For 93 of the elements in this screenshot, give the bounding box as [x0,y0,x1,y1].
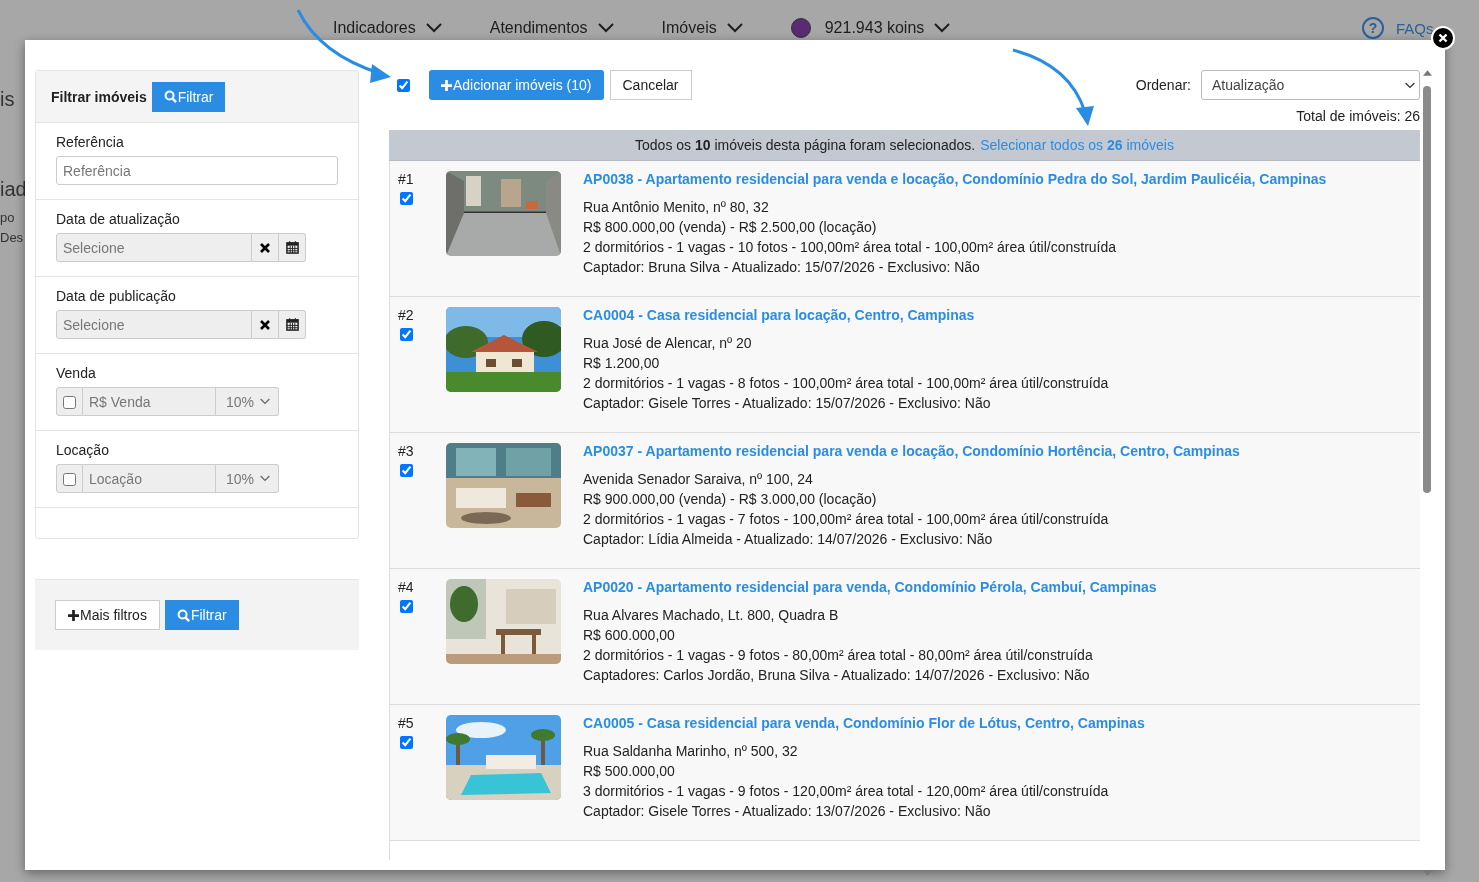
filter-button[interactable]: Filtrar [164,600,239,630]
listing-index: #1 [398,171,415,187]
select-all-link[interactable]: Selecionar todos os 26 imóveis [980,137,1174,153]
field-label: Data de publicação [56,288,177,304]
chevron-icon [260,475,270,482]
select-all-checkbox[interactable] [397,78,410,92]
coin-icon [790,18,811,38]
clear-icon [260,242,270,253]
background-text: po [0,210,15,225]
chevron-icon [425,23,442,33]
total-count: Total de imóveis: 26 [1296,108,1420,124]
search-icon [163,90,177,103]
calendar-button[interactable] [279,233,306,262]
sort-label: Ordenar: [1135,77,1191,93]
close-icon [1438,33,1448,43]
nav-menu[interactable]: Indicadores [333,19,442,37]
background-text: iad [0,178,27,201]
listing-meta: Captador: Gisele Torres - Atualizado: 15/07/2026 - Exclusivo: Não [583,394,992,413]
filter-button[interactable]: Filtrar [151,81,226,112]
price-checkbox[interactable] [63,396,76,409]
listing-title[interactable]: AP0038 - Apartamento residencial para venda e locação, Condomínio Pedra do Sol, Jardim Paulicéia, Campinas [583,171,1327,187]
price-checkbox[interactable] [63,473,76,486]
chevron-icon [260,398,270,405]
listing-details: 2 dormitórios - 1 vagas - 10 fotos - 100,00m² área total - 100,00m² área útil/construída [583,238,1118,257]
listing-index: #5 [398,715,415,731]
chevron-icon [934,23,951,33]
nav-menu[interactable]: Atendimentos [489,19,614,37]
listing-title[interactable]: AP0020 - Apartamento residencial para venda, Condomínio Pérola, Cambuí, Campinas [583,579,1157,595]
listing-details: 2 dormitórios - 1 vagas - 8 fotos - 100,00m² área total - 100,00m² área útil/construída [583,374,1109,393]
listing-details: 2 dormitórios - 1 vagas - 7 fotos - 100,00m² área total - 100,00m² área útil/construída [583,510,1110,529]
listing-price: R$ 900.000,00 (venda) - R$ 3.000,00 (locação) [583,490,878,509]
listing-index: #4 [398,579,415,595]
listing-checkbox[interactable] [400,736,413,749]
listing-address: Rua Saldanha Marinho, nº 500, 32 [583,742,799,761]
listing-checkbox[interactable] [400,464,413,477]
margin-dropdown[interactable]: 10% [216,387,279,416]
chevron-icon [726,23,743,33]
cancel-button[interactable]: Cancelar [609,70,692,100]
field-label: Locação [56,442,110,458]
sort-dropdown[interactable]: Atualização [1201,70,1420,100]
more-filters-button[interactable]: Mais filtros [55,600,160,630]
listing-meta: Captador: Gisele Torres - Atualizado: 13/07/2026 - Exclusivo: Não [583,802,992,821]
listing-meta: Captadores: Carlos Jordão, Bruna Silva - Atualizado: 14/07/2026 - Exclusivo: Não [583,666,1091,685]
price-field[interactable]: Locação [83,464,216,493]
listing-details: 3 dormitórios - 1 vagas - 9 fotos - 120,00m² área total - 120,00m² área útil/construída [583,782,1110,801]
panel-title: Filtrar imóveis [51,88,147,105]
listing-details: 2 dormitórios - 1 vagas - 9 fotos - 80,00m² área total - 80,00m² área útil/construída [583,646,1094,665]
date-field[interactable]: Selecione [56,310,252,339]
plus-icon [441,79,452,91]
listing-checkbox[interactable] [400,192,413,205]
banner-message: Todos os 10 imóveis desta página foram selecionados. [635,137,976,153]
field-label: Referência [56,134,125,150]
listing-title[interactable]: AP0037 - Apartamento residencial para venda e locação, Condomínio Hortência, Centro, Campinas [583,443,1240,459]
scroll-up-icon[interactable] [1422,70,1432,76]
listing-title[interactable]: CA0004 - Casa residencial para locação, Centro, Campinas [583,307,1109,323]
listing-price: R$ 500.000,00 [583,762,676,781]
listing-address: Rua Antônio Menito, nº 80, 32 [583,198,770,217]
add-button[interactable]: Adicionar imóveis (10) [429,70,604,100]
calendar-icon [285,318,299,331]
listing-address: Avenida Senador Saraiva, nº 100, 24 [583,470,814,489]
listing-meta: Captador: Bruna Silva - Atualizado: 15/07/2026 - Exclusivo: Não [583,258,981,277]
coins-menu[interactable]: 921.943 koins [790,18,951,38]
listing-price: R$ 1.200,00 [583,354,661,373]
field-label: Venda [56,365,97,381]
nav-menu[interactable]: Imóveis [661,19,743,37]
clear-button[interactable] [252,310,279,339]
listing-meta: Captador: Lídia Almeida - Atualizado: 14/07/2026 - Exclusivo: Não [583,530,994,549]
clear-icon [260,319,270,330]
calendar-icon [285,241,299,254]
background-text: is [0,88,15,111]
listing-index: #2 [398,307,415,323]
plus-icon [68,609,79,621]
background-text: Des [0,230,24,245]
chevron-icon [597,23,614,33]
field-label: Data de atualização [56,211,181,227]
listing-price: R$ 800.000,00 (venda) - R$ 2.500,00 (locação) [583,218,878,237]
calendar-button[interactable] [279,310,306,339]
listing-checkbox[interactable] [400,328,413,341]
reference-field[interactable]: Referência [56,156,338,185]
price-field[interactable]: R$ Venda [83,387,216,416]
listing-checkbox[interactable] [400,600,413,613]
listing-address: Rua Alvares Machado, Lt. 800, Quadra B [583,606,840,625]
margin-dropdown[interactable]: 10% [216,464,279,493]
listing-address: Rua José de Alencar, nº 20 [583,334,753,353]
listing-index: #3 [398,443,415,459]
close-button[interactable] [1431,26,1455,50]
search-icon [176,608,190,622]
date-field[interactable]: Selecione [56,233,252,262]
faqs-link[interactable]: FAQs [1396,19,1434,37]
clear-button[interactable] [252,233,279,262]
chevron-icon [1405,81,1415,89]
listing-price: R$ 600.000,00 [583,626,676,645]
listing-title[interactable]: CA0005 - Casa residencial para venda, Condomínio Flor de Lótus, Centro, Campinas [583,715,1145,731]
